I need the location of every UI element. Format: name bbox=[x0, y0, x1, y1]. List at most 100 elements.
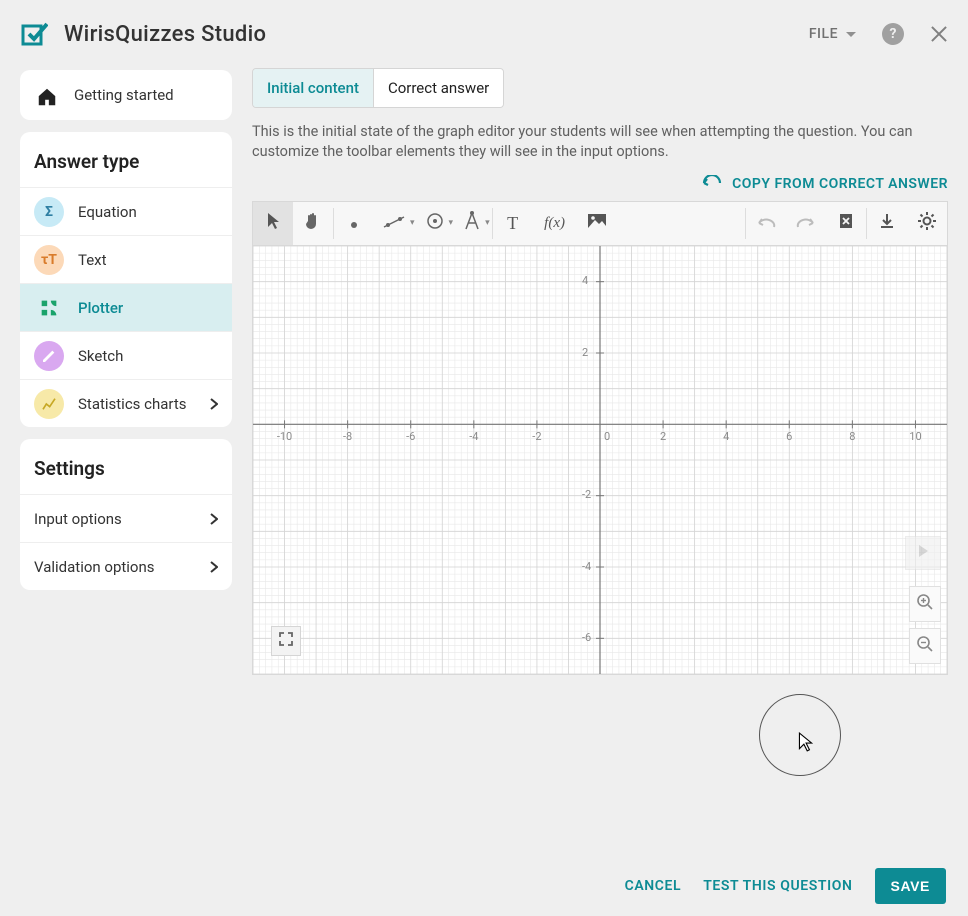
settings-item-label: Validation options bbox=[34, 558, 155, 576]
caret-down-icon bbox=[846, 26, 856, 42]
settings-header: Settings bbox=[20, 439, 232, 494]
chevron-right-icon bbox=[210, 398, 218, 410]
app-logo-icon bbox=[20, 20, 48, 48]
copy-from-correct-button[interactable]: COPY FROM CORRECT ANSWER bbox=[702, 175, 948, 193]
x-axis-tick-label: -4 bbox=[469, 430, 478, 443]
graph-editor: ▾ ▾ ▾ T f(x) bbox=[252, 201, 948, 675]
fullscreen-icon bbox=[279, 631, 293, 650]
editor-toolbar: ▾ ▾ ▾ T f(x) bbox=[253, 202, 947, 246]
x-axis-tick-label: 10 bbox=[909, 430, 921, 443]
plotter-icon bbox=[34, 293, 64, 323]
download-icon bbox=[878, 212, 896, 234]
file-menu-label: FILE bbox=[809, 26, 838, 42]
demo-cursor-circle bbox=[759, 694, 841, 776]
image-icon bbox=[587, 213, 607, 233]
settings-input-options[interactable]: Input options bbox=[20, 494, 232, 542]
answer-type-label: Statistics charts bbox=[78, 395, 187, 413]
x-axis-tick-label: 2 bbox=[660, 430, 666, 443]
y-axis-tick-label: -4 bbox=[582, 560, 591, 573]
chevron-right-icon bbox=[210, 513, 218, 525]
function-tool-button[interactable]: f(x) bbox=[533, 202, 577, 245]
x-axis-tick-label: 8 bbox=[849, 430, 855, 443]
tab-correct-answer[interactable]: Correct answer bbox=[374, 69, 503, 107]
x-axis-tick-label: -10 bbox=[277, 430, 292, 443]
content-tabs: Initial content Correct answer bbox=[252, 68, 504, 108]
sigma-icon: Σ bbox=[34, 197, 64, 227]
zoom-out-button[interactable] bbox=[909, 628, 941, 664]
plot-canvas[interactable]: -10 -8 -6 -4 -2 0 2 4 6 8 10 2 4 -2 -4 -6 bbox=[253, 246, 947, 674]
x-axis-tick-label: -6 bbox=[406, 430, 415, 443]
app-title: WirisQuizzes Studio bbox=[64, 22, 266, 47]
undo-arrow-icon bbox=[702, 175, 722, 193]
y-axis-tick-label: 2 bbox=[582, 346, 588, 359]
grid-svg bbox=[253, 246, 947, 674]
help-icon[interactable]: ? bbox=[882, 23, 904, 45]
circle-tool-dropdown[interactable]: ▾ bbox=[417, 202, 456, 245]
chevron-right-icon bbox=[210, 561, 218, 573]
line-icon bbox=[382, 214, 406, 233]
answer-type-header: Answer type bbox=[20, 132, 232, 187]
line-tool-dropdown[interactable]: ▾ bbox=[374, 202, 417, 245]
y-axis-tick-label: 4 bbox=[582, 274, 588, 287]
play-button[interactable] bbox=[905, 536, 941, 570]
y-axis-tick-label: -6 bbox=[582, 631, 591, 644]
zoom-out-icon bbox=[916, 635, 934, 657]
zoom-in-icon bbox=[916, 593, 934, 615]
answer-type-text[interactable]: τT Text bbox=[20, 235, 232, 283]
play-icon bbox=[917, 543, 929, 562]
answer-type-equation[interactable]: Σ Equation bbox=[20, 187, 232, 235]
answer-type-sketch[interactable]: Sketch bbox=[20, 331, 232, 379]
x-axis-tick-label: 0 bbox=[604, 430, 610, 443]
file-menu-button[interactable]: FILE bbox=[809, 26, 856, 42]
tab-description: This is the initial state of the graph e… bbox=[252, 122, 948, 163]
x-axis-tick-label: -8 bbox=[343, 430, 352, 443]
answer-type-plotter[interactable]: Plotter bbox=[20, 283, 232, 331]
zoom-in-button[interactable] bbox=[909, 586, 941, 622]
pencil-icon bbox=[34, 341, 64, 371]
answer-type-label: Sketch bbox=[78, 347, 123, 365]
fullscreen-button[interactable] bbox=[271, 626, 301, 656]
download-button[interactable] bbox=[867, 202, 907, 245]
save-button[interactable]: SAVE bbox=[875, 868, 947, 904]
gear-icon bbox=[917, 211, 937, 235]
settings-tool-button[interactable] bbox=[907, 202, 947, 245]
delete-button[interactable] bbox=[826, 202, 866, 245]
compass-icon bbox=[463, 211, 481, 235]
compass-tool-dropdown[interactable]: ▾ bbox=[455, 202, 492, 245]
text-t-icon: T bbox=[507, 213, 518, 234]
circle-point-icon bbox=[425, 211, 445, 235]
select-tool-button[interactable] bbox=[253, 202, 293, 245]
pointer-icon bbox=[266, 212, 280, 234]
answer-type-label: Equation bbox=[78, 203, 137, 221]
caret-down-icon: ▾ bbox=[485, 218, 490, 228]
close-icon[interactable] bbox=[930, 25, 948, 43]
redo-button[interactable] bbox=[786, 202, 826, 245]
point-tool-button[interactable] bbox=[334, 202, 374, 245]
answer-type-label: Plotter bbox=[78, 299, 123, 317]
answer-type-label: Text bbox=[78, 251, 107, 269]
redo-icon bbox=[796, 214, 816, 233]
undo-icon bbox=[756, 214, 776, 233]
fx-icon: f(x) bbox=[544, 215, 565, 232]
getting-started-button[interactable]: Getting started bbox=[20, 70, 232, 120]
cancel-button[interactable]: CANCEL bbox=[625, 878, 682, 894]
copy-label: COPY FROM CORRECT ANSWER bbox=[732, 176, 948, 192]
caret-down-icon: ▾ bbox=[449, 218, 454, 228]
settings-validation-options[interactable]: Validation options bbox=[20, 542, 232, 590]
caret-down-icon: ▾ bbox=[410, 218, 415, 228]
text-type-icon: τT bbox=[34, 245, 64, 275]
hand-tool-button[interactable] bbox=[293, 202, 333, 245]
x-axis-tick-label: 6 bbox=[786, 430, 792, 443]
test-question-button[interactable]: TEST THIS QUESTION bbox=[703, 878, 852, 894]
hand-icon bbox=[305, 212, 321, 234]
image-tool-button[interactable] bbox=[577, 202, 617, 245]
dot-icon bbox=[350, 214, 358, 233]
x-axis-tick-label: -2 bbox=[532, 430, 541, 443]
settings-item-label: Input options bbox=[34, 510, 122, 528]
undo-button[interactable] bbox=[746, 202, 786, 245]
text-tool-button[interactable]: T bbox=[493, 202, 533, 245]
tab-initial-content[interactable]: Initial content bbox=[253, 69, 374, 107]
y-axis-tick-label: -2 bbox=[582, 488, 591, 501]
x-axis-tick-label: 4 bbox=[723, 430, 729, 443]
answer-type-statistics[interactable]: Statistics charts bbox=[20, 379, 232, 427]
